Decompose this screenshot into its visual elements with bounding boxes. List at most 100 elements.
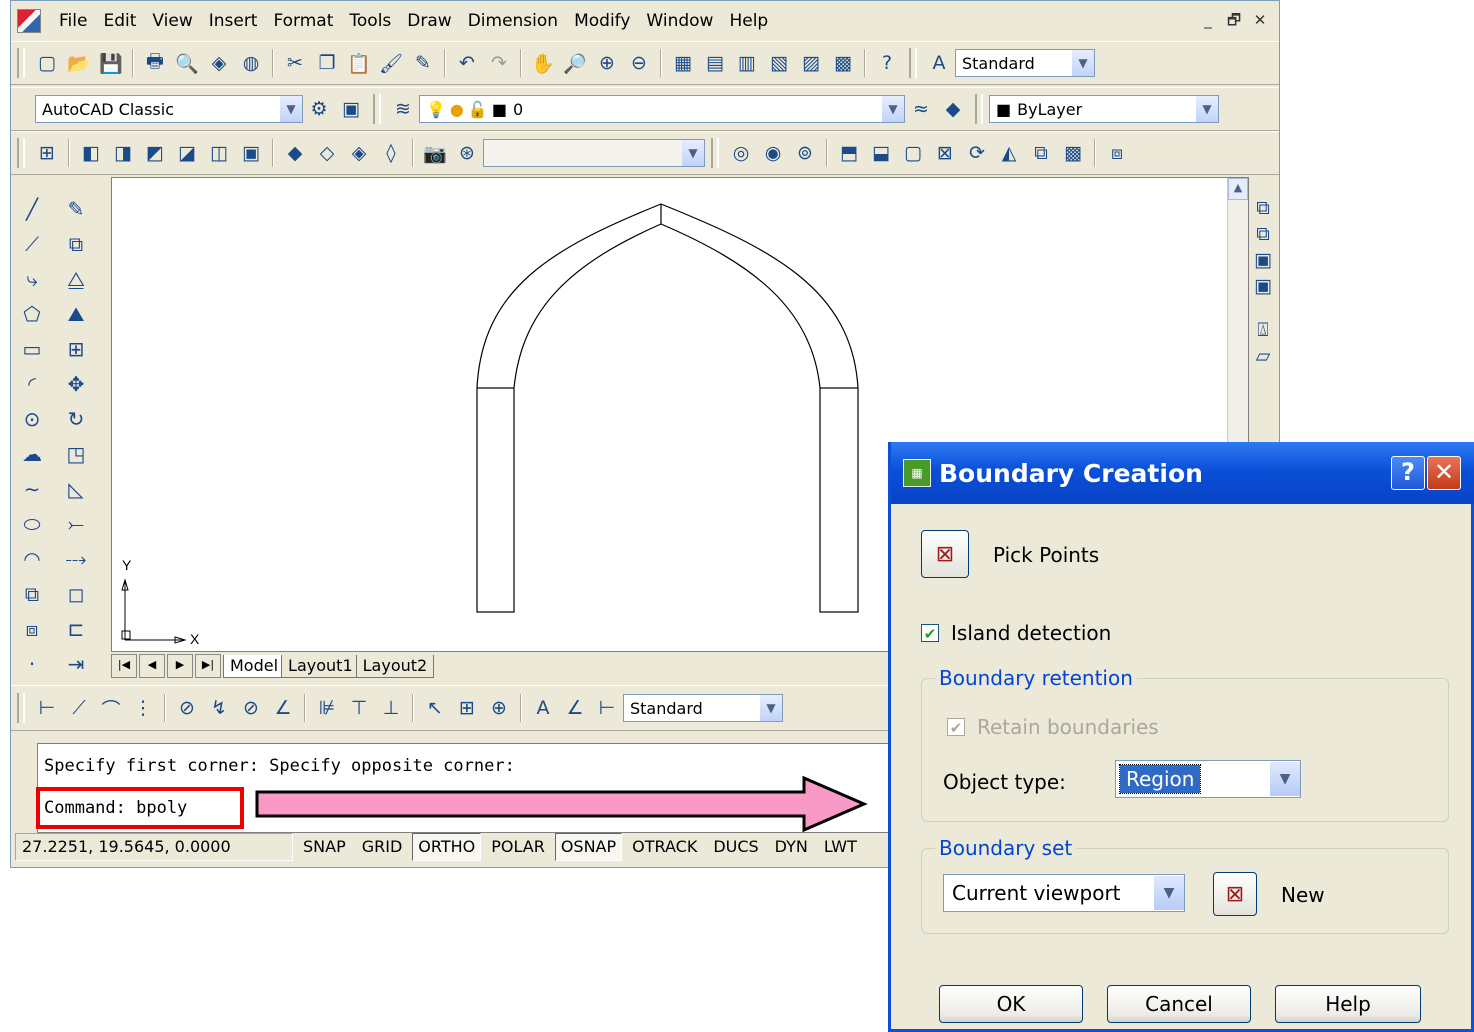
jogged-icon[interactable]: ↯ — [206, 695, 232, 721]
text-style-icon[interactable]: A — [926, 50, 952, 76]
rotate-faces-icon[interactable]: ⟳ — [964, 140, 990, 166]
minimize-button[interactable]: _ — [1197, 10, 1219, 32]
block-editor-icon[interactable]: ✎ — [410, 50, 436, 76]
continue-icon[interactable]: ⊥ — [378, 695, 404, 721]
line-icon[interactable]: ╱ — [19, 193, 45, 224]
chevron-down-icon[interactable]: ▼ — [882, 96, 904, 122]
right-view-icon[interactable]: ◪ — [174, 140, 200, 166]
arc-length-icon[interactable]: ⌒ — [98, 695, 124, 721]
chevron-down-icon[interactable]: ▼ — [1072, 50, 1094, 76]
box-icon[interactable]: ▱ — [1250, 343, 1276, 369]
move-faces-icon[interactable]: ⬓ — [868, 140, 894, 166]
polar-toggle[interactable]: POLAR — [485, 833, 551, 861]
point-icon[interactable]: · — [19, 648, 45, 679]
dimedit-icon[interactable]: A — [530, 695, 556, 721]
toolbar-grip[interactable] — [17, 48, 25, 78]
polyline-icon[interactable]: ⤷ — [19, 263, 45, 294]
undo-icon[interactable]: ↶ — [454, 50, 480, 76]
dim-update-icon[interactable]: ⊢ — [594, 695, 620, 721]
menu-tools[interactable]: Tools — [341, 11, 399, 31]
dimtedit-icon[interactable]: ∠ — [562, 695, 588, 721]
ok-button[interactable]: OK — [939, 985, 1083, 1023]
layer-manager-icon[interactable]: ≋ — [390, 96, 416, 122]
back-view-icon[interactable]: ▣ — [238, 140, 264, 166]
erase-icon[interactable]: ✎ — [63, 193, 89, 224]
array-icon[interactable]: ⊞ — [63, 333, 89, 364]
offset-icon[interactable]: ⛰ — [63, 298, 89, 329]
chevron-down-icon[interactable]: ▼ — [1196, 96, 1218, 122]
lwt-toggle[interactable]: LWT — [818, 833, 863, 861]
menu-view[interactable]: View — [144, 11, 200, 31]
design-center-icon[interactable]: ▤ — [702, 50, 728, 76]
pan-icon[interactable]: ✋ — [530, 50, 556, 76]
redo-icon[interactable]: ↷ — [486, 50, 512, 76]
cut-icon[interactable]: ✂ — [282, 50, 308, 76]
se-iso-icon[interactable]: ◇ — [314, 140, 340, 166]
named-views-icon[interactable]: ⊞ — [34, 140, 60, 166]
tab-model[interactable]: Model — [223, 654, 286, 678]
top-view-icon[interactable]: ◧ — [78, 140, 104, 166]
bottom-view-icon[interactable]: ◨ — [110, 140, 136, 166]
ortho-toggle[interactable]: ORTHO — [412, 833, 482, 861]
zoom-realtime-icon[interactable]: 🔎 — [562, 50, 588, 76]
spline-icon[interactable]: ∼ — [19, 473, 45, 504]
island-detection-checkbox[interactable]: ✔ — [921, 624, 939, 643]
stretch-icon[interactable]: ◺ — [63, 473, 89, 504]
ne-iso-icon[interactable]: ◈ — [346, 140, 372, 166]
camera-icon[interactable]: 📷 — [422, 140, 448, 166]
layer-previous-icon[interactable]: ◆ — [940, 96, 966, 122]
snap-toggle[interactable]: SNAP — [297, 833, 352, 861]
ellipse-icon[interactable]: ⬭ — [19, 508, 45, 539]
menu-modify[interactable]: Modify — [566, 11, 638, 31]
menu-window[interactable]: Window — [638, 11, 721, 31]
chevron-down-icon[interactable]: ▼ — [682, 140, 704, 166]
taper-faces-icon[interactable]: ◭ — [996, 140, 1022, 166]
layer-combo[interactable]: 💡 ● 🔓 ■ 0 ▼ — [419, 95, 905, 123]
bring-to-front-icon[interactable]: ⧉ — [1250, 195, 1276, 221]
menu-draw[interactable]: Draw — [399, 11, 459, 31]
menu-dimension[interactable]: Dimension — [460, 11, 566, 31]
match-properties-icon[interactable]: 🖌 — [378, 50, 404, 76]
break-at-point-icon[interactable]: ◻ — [63, 578, 89, 609]
last-tab-icon[interactable]: ▶| — [195, 654, 221, 678]
next-tab-icon[interactable]: ▶ — [167, 654, 193, 678]
angular-icon[interactable]: ∠ — [270, 695, 296, 721]
scale-icon[interactable]: ◳ — [63, 438, 89, 469]
left-view-icon[interactable]: ◩ — [142, 140, 168, 166]
view-manager-icon[interactable]: ⊛ — [454, 140, 480, 166]
bring-above-icon[interactable]: ▣ — [1250, 247, 1276, 273]
offset-faces-icon[interactable]: ▢ — [900, 140, 926, 166]
calculator-icon[interactable]: ▩ — [830, 50, 856, 76]
baseline-icon[interactable]: ⊤ — [346, 695, 372, 721]
zoom-window-icon[interactable]: ⊕ — [594, 50, 620, 76]
chevron-down-icon[interactable]: ▼ — [280, 96, 302, 122]
extrude-faces-icon[interactable]: ⬒ — [836, 140, 862, 166]
trim-icon[interactable]: ⤚ — [63, 508, 89, 539]
join-icon[interactable]: ⇥ — [63, 648, 89, 679]
pick-points-button[interactable]: ⊠ — [921, 530, 969, 578]
autocad-app-icon[interactable] — [17, 9, 41, 33]
publish-icon[interactable]: ◈ — [206, 50, 232, 76]
tab-layout2[interactable]: Layout2 — [355, 654, 435, 678]
color-combo[interactable]: ■ ByLayer ▼ — [989, 95, 1219, 123]
intersect-icon[interactable]: ⊚ — [792, 140, 818, 166]
radius-icon[interactable]: ⊘ — [174, 695, 200, 721]
nw-iso-icon[interactable]: ◊ — [378, 140, 404, 166]
toolbar-grip[interactable] — [975, 94, 983, 124]
ordinate-icon[interactable]: ⋮ — [130, 695, 156, 721]
workspace-save-icon[interactable]: ▣ — [338, 96, 364, 122]
open-icon[interactable]: 📂 — [66, 50, 92, 76]
linear-dim-icon[interactable]: ⊢ — [34, 695, 60, 721]
menu-edit[interactable]: Edit — [95, 11, 144, 31]
save-icon[interactable]: 💾 — [98, 50, 124, 76]
close-doc-button[interactable]: ✕ — [1249, 10, 1271, 32]
plot-icon[interactable]: 🖶 — [142, 50, 168, 76]
grid-toggle[interactable]: GRID — [356, 833, 409, 861]
make-current-layer-icon[interactable]: ≈ — [908, 96, 934, 122]
aligned-dim-icon[interactable]: ⟋ — [66, 695, 92, 721]
arc-icon[interactable]: ◜ — [19, 368, 45, 399]
toolbar-grip[interactable] — [909, 48, 917, 78]
copy-faces-icon[interactable]: ⧉ — [1028, 140, 1054, 166]
toolbar-grip[interactable] — [711, 138, 719, 168]
revision-cloud-icon[interactable]: ☁ — [19, 438, 45, 469]
